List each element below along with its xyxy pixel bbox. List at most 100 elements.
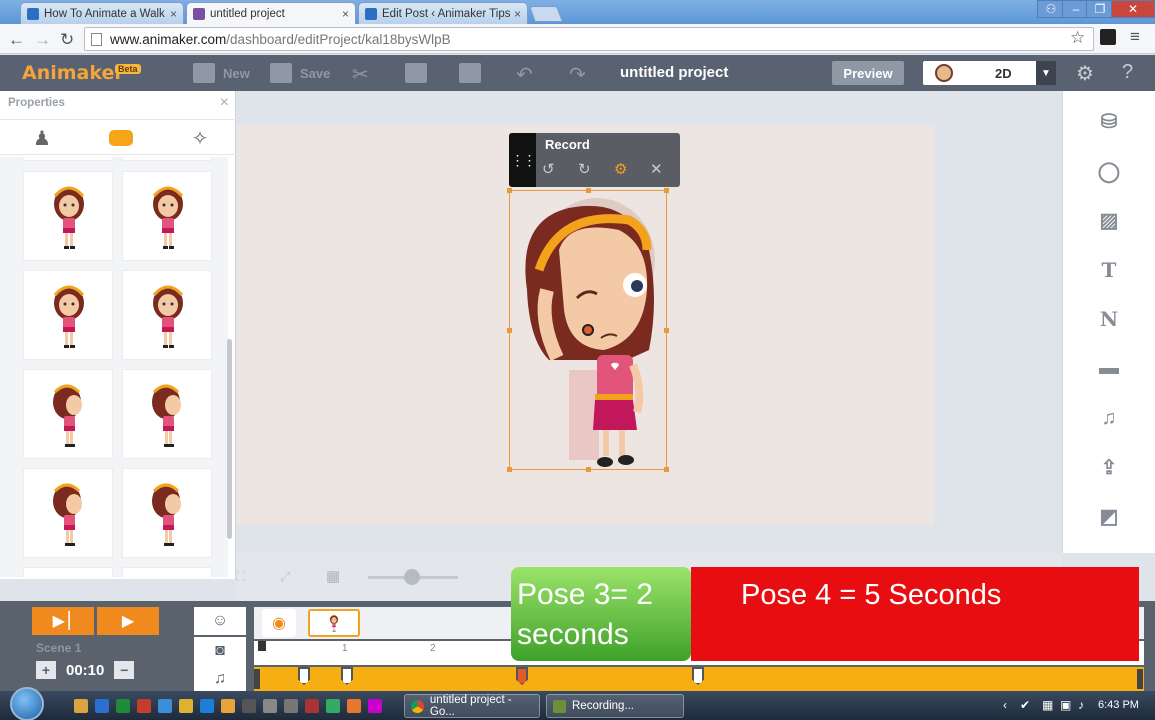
expand-icon[interactable]: ⤢ [280, 569, 290, 585]
volume-icon[interactable]: ♪ [1078, 698, 1084, 712]
tab-close-icon[interactable]: × [514, 7, 521, 21]
app-icon[interactable] [326, 699, 340, 713]
app-icon[interactable] [263, 699, 277, 713]
new-tab-button[interactable] [529, 6, 563, 22]
pose-thumbnail[interactable] [122, 567, 212, 577]
ie-icon[interactable] [200, 699, 214, 713]
selection-box[interactable] [507, 188, 669, 472]
text-icon[interactable]: T [1097, 258, 1121, 282]
resize-handle[interactable] [507, 328, 512, 333]
word-icon[interactable] [95, 699, 109, 713]
copy-icon[interactable] [405, 63, 427, 83]
back-arrow-icon[interactable]: ← [8, 30, 25, 50]
address-bar[interactable]: www.animaker.com /dashboard/editProject/… [84, 27, 1094, 51]
menu-icon[interactable]: ≡ [1130, 27, 1140, 47]
tray-icon[interactable]: ▣ [1060, 698, 1071, 712]
network-icon[interactable]: ▦ [1042, 698, 1053, 712]
properties-scrollbar[interactable] [227, 339, 232, 539]
system-clock[interactable]: 6:43 PM [1098, 699, 1139, 711]
special-effects-icon[interactable]: ▬ [1097, 356, 1121, 380]
track-end-handle[interactable] [1137, 669, 1143, 689]
playhead-start[interactable] [258, 641, 266, 651]
zoom-slider-knob[interactable] [404, 569, 420, 585]
explorer-icon[interactable] [74, 699, 88, 713]
forward-arrow-icon[interactable]: → [34, 30, 51, 50]
user-icon[interactable]: ⚇ [1037, 0, 1065, 18]
eye-visibility-icon[interactable]: ◉ [262, 609, 296, 637]
vlc-icon[interactable] [242, 699, 256, 713]
music-icon[interactable]: ♫ [1097, 406, 1121, 430]
increase-duration-button[interactable]: + [36, 661, 56, 679]
chrome-quick-icon[interactable] [221, 699, 235, 713]
rotate-left-icon[interactable]: ↺ [542, 160, 555, 178]
help-icon[interactable]: ? [1122, 61, 1133, 84]
character-thumbnail[interactable] [308, 609, 360, 637]
skype-icon[interactable] [158, 699, 172, 713]
pose-thumbnail[interactable] [122, 468, 212, 558]
new-button[interactable]: New [193, 63, 250, 83]
app-icon[interactable] [368, 699, 382, 713]
pose-thumbnail[interactable] [122, 157, 212, 161]
browser-tab-walk-cycle[interactable]: How To Animate a Walk C × [20, 2, 184, 24]
app-icon[interactable] [347, 699, 361, 713]
resize-handle[interactable] [507, 467, 512, 472]
fit-icon[interactable]: ⛶ [236, 569, 245, 585]
pose-thumbnail[interactable] [122, 270, 212, 360]
character-tab-icon[interactable]: ♟ [28, 124, 56, 152]
bookmark-star-icon[interactable]: ☆ [1070, 28, 1085, 48]
resize-handle[interactable] [507, 188, 512, 193]
powerpoint-icon[interactable] [137, 699, 151, 713]
tab-close-icon[interactable]: × [170, 7, 177, 21]
redo-icon[interactable]: ↷ [569, 62, 586, 87]
pose-thumbnail[interactable] [122, 171, 212, 261]
browser-tab-edit-post[interactable]: Edit Post ‹ Animaker Tips × [358, 2, 528, 24]
pose-thumbnail[interactable] [23, 468, 113, 558]
excel-icon[interactable] [116, 699, 130, 713]
camera-icon[interactable]: ◙ [194, 637, 246, 665]
resize-handle[interactable] [586, 467, 591, 472]
browser-tab-untitled-project[interactable]: untitled project × [186, 2, 356, 24]
undo-icon[interactable]: ↶ [516, 62, 533, 87]
paste-icon[interactable] [459, 63, 481, 83]
resize-handle[interactable] [664, 188, 669, 193]
upload-icon[interactable]: ⇪ [1097, 455, 1121, 479]
close-window-button[interactable]: ✕ [1111, 0, 1155, 18]
restore-button[interactable]: ❐ [1086, 0, 1114, 18]
pose-thumbnail[interactable] [23, 157, 113, 161]
extension-icon[interactable] [1100, 29, 1116, 45]
dimension-select[interactable]: 2D ▼ [923, 61, 1056, 85]
pose-tab-icon[interactable] [107, 124, 135, 152]
props-bulb-icon[interactable]: ◯ [1097, 159, 1121, 183]
taskbar-chrome-button[interactable]: untitled project - Go... [404, 694, 540, 718]
cut-icon[interactable]: ✂ [352, 62, 369, 87]
project-title[interactable]: untitled project [620, 64, 728, 81]
app-icon[interactable] [305, 699, 319, 713]
drag-grip-icon[interactable]: ⋮⋮ [509, 133, 537, 187]
record-settings-icon[interactable]: ⚙ [614, 160, 627, 178]
effects-wand-icon[interactable]: ✧ [186, 124, 214, 152]
play-button[interactable]: ▶ [97, 607, 159, 635]
taskbar-recording-button[interactable]: Recording... [546, 694, 684, 718]
pose-thumbnail[interactable] [23, 171, 113, 261]
preview-button[interactable]: Preview [832, 61, 904, 85]
tray-icon[interactable]: ✔ [1020, 698, 1030, 712]
pose-thumbnail[interactable] [23, 369, 113, 459]
characters-icon[interactable]: ⛁ [1097, 109, 1121, 133]
pose-thumbnail[interactable] [122, 369, 212, 459]
image-icon[interactable]: ▨ [1097, 208, 1121, 232]
reload-icon[interactable]: ↻ [60, 30, 74, 50]
tab-close-icon[interactable]: × [342, 7, 349, 21]
app-icon[interactable] [284, 699, 298, 713]
save-button[interactable]: Save [270, 63, 330, 83]
character-row-icon[interactable]: ☺ [194, 607, 246, 635]
grid-icon[interactable]: ▦ [326, 567, 340, 585]
close-icon[interactable]: × [220, 94, 229, 112]
decrease-duration-button[interactable]: − [114, 661, 135, 679]
pose-thumbnail[interactable] [23, 567, 113, 577]
rotate-right-icon[interactable]: ↻ [578, 160, 591, 178]
background-icon[interactable]: ◩ [1097, 504, 1121, 528]
pose-thumbnail[interactable] [23, 270, 113, 360]
settings-gear-icon[interactable]: ⚙ [1076, 61, 1094, 86]
numbers-icon[interactable]: N [1097, 307, 1121, 331]
track-start-handle[interactable] [254, 669, 260, 689]
